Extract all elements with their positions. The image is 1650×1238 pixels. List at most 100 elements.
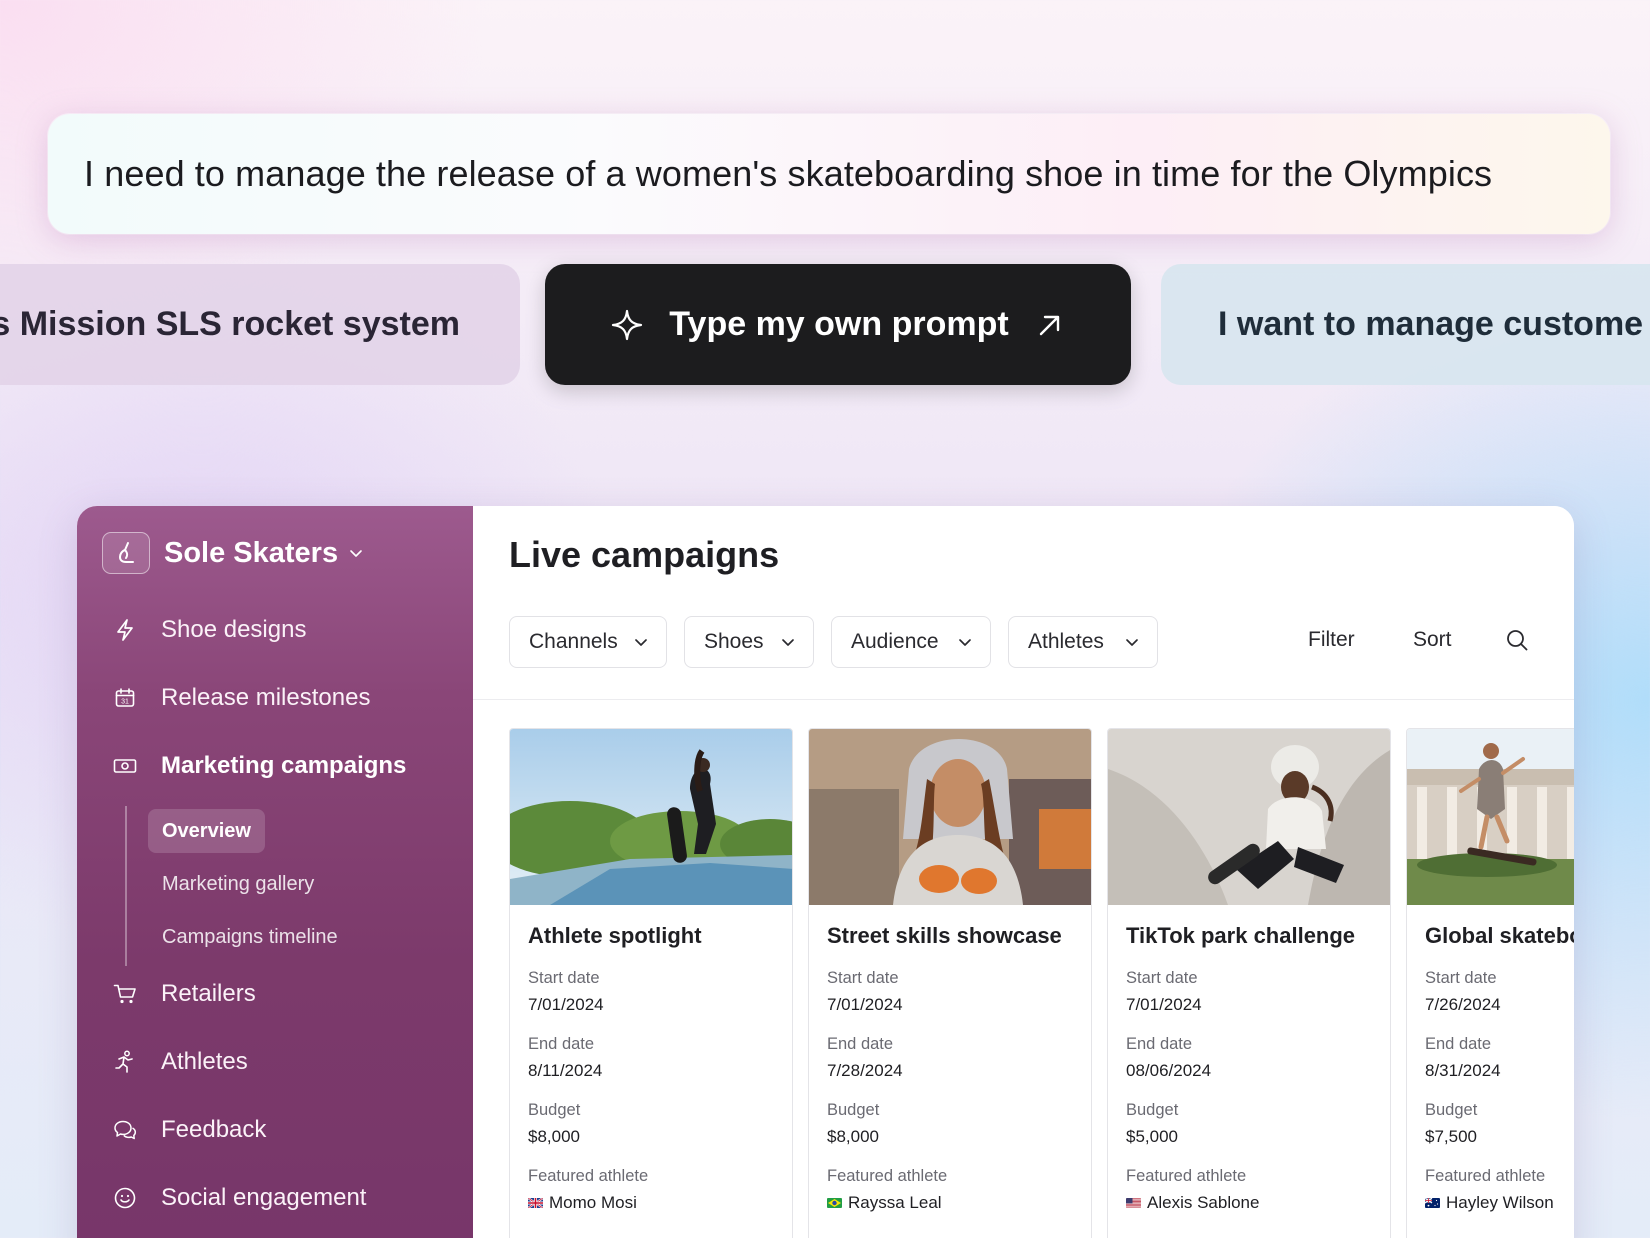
subnav-item-campaigns-timeline[interactable]: Campaigns timeline [148, 915, 352, 959]
featured-athlete: Alexis Sablone [1126, 1193, 1259, 1213]
arrow-up-right-icon [1035, 310, 1065, 340]
sidebar-item-retailers[interactable]: Retailers [113, 980, 256, 1008]
start-date-value: 7/01/2024 [827, 995, 903, 1014]
subnav-divider [125, 806, 127, 966]
sidebar-item-athletes[interactable]: Athletes [113, 1048, 248, 1076]
featured-athlete-label: Featured athlete [528, 1167, 649, 1185]
end-date-value: 8/11/2024 [528, 1061, 603, 1080]
main-content: Live campaigns Channels Shoes Audience A… [473, 506, 1574, 1238]
uk-flag-icon [528, 1198, 543, 1208]
budget-label: Budget [528, 1101, 581, 1119]
svg-text:31: 31 [121, 699, 129, 706]
athletes-dropdown[interactable]: Athletes [1008, 616, 1158, 668]
cart-icon [113, 982, 137, 1006]
shoes-dropdown[interactable]: Shoes [684, 616, 814, 668]
sidebar-item-label: Social engagement [161, 1184, 367, 1211]
page-title: Live campaigns [509, 534, 780, 575]
search-icon[interactable] [1505, 628, 1529, 652]
featured-athlete-label: Featured athlete [827, 1167, 948, 1185]
campaign-card[interactable]: Global skatebo Start date 7/26/2024 End … [1406, 728, 1574, 1238]
budget-value: $7,500 [1425, 1127, 1477, 1146]
featured-athlete: Momo Mosi [528, 1193, 637, 1213]
featured-athlete: Rayssa Leal [827, 1193, 942, 1213]
workspace-switcher[interactable]: Sole Skaters [102, 532, 364, 574]
featured-athlete-label: Featured athlete [1425, 1167, 1546, 1185]
sidebar-item-label: Release milestones [161, 684, 371, 711]
campaign-image [809, 729, 1091, 905]
sidebar-item-label: Feedback [161, 1116, 267, 1143]
workspace-name: Sole Skaters [164, 536, 339, 569]
sidebar-item-label: Shoe designs [161, 616, 307, 643]
sidebar-item-feedback[interactable]: Feedback [113, 1116, 266, 1144]
chat-icon [113, 1118, 137, 1142]
subnav-item-marketing-gallery[interactable]: Marketing gallery [148, 862, 328, 906]
end-date-label: End date [827, 1035, 894, 1053]
featured-athlete-label: Featured athlete [1126, 1167, 1247, 1185]
subnav-item-label: Overview [162, 819, 251, 842]
chevron-down-icon [782, 639, 794, 646]
campaign-card[interactable]: TikTok park challenge Start date 7/01/20… [1107, 728, 1391, 1238]
sidebar-item-label: Retailers [161, 980, 256, 1007]
campaign-toolbar: Channels Shoes Audience Athletes Filter … [473, 616, 1574, 700]
sidebar-item-social-engagement[interactable]: Social engagement [113, 1184, 366, 1212]
brand-logo-icon [102, 532, 150, 574]
budget-label: Budget [1425, 1101, 1478, 1119]
dropdown-label: Athletes [1028, 630, 1104, 653]
end-date-label: End date [1126, 1035, 1193, 1053]
sparkle-icon [611, 309, 643, 341]
campaign-card[interactable]: Athlete spotlight Start date 7/01/2024 E… [509, 728, 793, 1238]
athlete-name: Alexis Sablone [1147, 1193, 1260, 1212]
prompt-input[interactable]: I need to manage the release of a women'… [48, 114, 1610, 234]
channels-dropdown[interactable]: Channels [509, 616, 667, 668]
budget-value: $5,000 [1126, 1127, 1178, 1146]
filter-button[interactable]: Filter [1308, 628, 1355, 652]
start-date-label: Start date [1425, 969, 1497, 987]
end-date-label: End date [528, 1035, 595, 1053]
campaign-card[interactable]: Street skills showcase Start date 7/01/2… [808, 728, 1092, 1238]
budget-label: Budget [827, 1101, 880, 1119]
sidebar-item-label: Marketing campaigns [161, 752, 407, 779]
app-window: Sole Skaters Shoe designs 31 Release mil… [77, 506, 1574, 1238]
us-flag-icon [1126, 1198, 1141, 1208]
sort-button[interactable]: Sort [1413, 628, 1452, 652]
start-date-label: Start date [528, 969, 600, 987]
suggestion-chip-rocket[interactable]: s Mission SLS rocket system [0, 264, 520, 385]
end-date-label: End date [1425, 1035, 1492, 1053]
lightning-icon [113, 618, 137, 642]
money-icon [113, 754, 137, 778]
budget-value: $8,000 [528, 1127, 580, 1146]
end-date-value: 8/31/2024 [1425, 1061, 1501, 1080]
campaign-image [510, 729, 792, 905]
sidebar-item-release-milestones[interactable]: 31 Release milestones [113, 684, 370, 712]
subnav-item-overview[interactable]: Overview [148, 809, 265, 853]
prompt-text: I need to manage the release of a women'… [84, 153, 1493, 194]
audience-dropdown[interactable]: Audience [831, 616, 991, 668]
start-date-label: Start date [827, 969, 899, 987]
sidebar-item-shoe-designs[interactable]: Shoe designs [113, 616, 306, 644]
runner-icon [113, 1050, 137, 1074]
start-date-value: 7/01/2024 [1126, 995, 1202, 1014]
athlete-name: Rayssa Leal [848, 1193, 942, 1212]
type-own-prompt-button[interactable]: Type my own prompt [545, 264, 1131, 385]
calendar-icon: 31 [113, 686, 137, 710]
subnav-item-label: Campaigns timeline [162, 925, 338, 948]
suggestion-chip-label: s Mission SLS rocket system [0, 305, 460, 343]
dropdown-label: Audience [851, 630, 939, 653]
chevron-down-icon [348, 545, 364, 561]
sidebar-item-label: Athletes [161, 1048, 248, 1075]
chevron-down-icon [959, 639, 971, 646]
australia-flag-icon [1425, 1198, 1440, 1208]
campaign-cards: Athlete spotlight Start date 7/01/2024 E… [509, 728, 1574, 1238]
sidebar: Sole Skaters Shoe designs 31 Release mil… [77, 506, 473, 1238]
subnav-item-label: Marketing gallery [162, 872, 315, 895]
suggestion-chip-customers[interactable]: I want to manage custome [1161, 264, 1650, 385]
smiley-icon [113, 1186, 137, 1210]
campaign-image [1407, 729, 1574, 905]
chevron-down-icon [635, 639, 647, 646]
sidebar-item-marketing-campaigns[interactable]: Marketing campaigns [113, 752, 406, 780]
type-own-prompt-label: Type my own prompt [669, 305, 1009, 343]
dropdown-label: Shoes [704, 630, 764, 653]
dropdown-label: Channels [529, 630, 618, 653]
start-date-value: 7/01/2024 [528, 995, 604, 1014]
featured-athlete: Hayley Wilson [1425, 1193, 1554, 1213]
